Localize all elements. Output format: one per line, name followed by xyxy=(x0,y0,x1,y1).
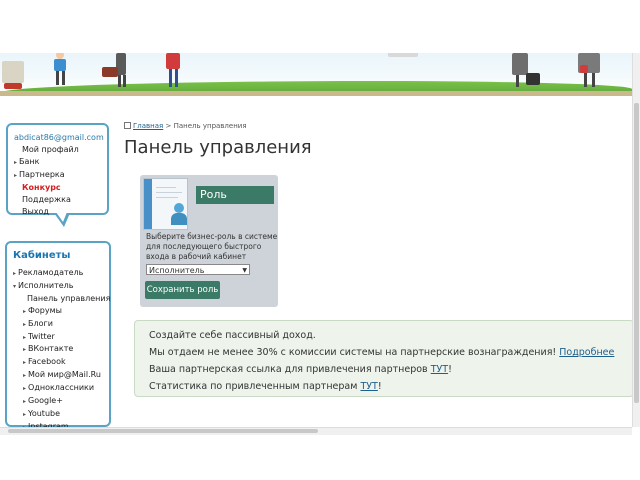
role-description: Выберите бизнес-роль в системе для после… xyxy=(146,232,278,261)
menu-item-support[interactable]: Поддержка xyxy=(14,194,101,206)
cabinet-odnoklassniki[interactable]: ▸ Одноклассники xyxy=(13,382,103,395)
cabinet-label: Исполнитель xyxy=(18,280,74,290)
cabinet-label: ВКонтакте xyxy=(28,344,74,354)
menu-item-label: Мой профайл xyxy=(22,145,79,154)
header-banner xyxy=(0,53,632,96)
info-text: Мы отдаем не менее 30% с комиссии систем… xyxy=(149,347,557,358)
role-select[interactable]: Исполнитель ▼ xyxy=(146,264,250,275)
arrow-right-icon: ▸ xyxy=(23,346,27,354)
cabinet-control-panel[interactable]: Панель управления xyxy=(13,293,110,305)
arrow-right-icon: ▸ xyxy=(23,398,27,406)
menu-item-label: Банк xyxy=(19,157,40,166)
cabinet-forums[interactable]: ▸ Форумы xyxy=(13,305,103,318)
user-email-link[interactable]: abdicat86@gmail.com xyxy=(14,133,104,142)
cabinet-facebook[interactable]: ▸ Facebook xyxy=(13,356,103,369)
arrow-right-icon: ▸ xyxy=(23,333,27,341)
role-panel: Роль Выберите бизнес-роль в системе для … xyxy=(140,175,278,307)
more-link[interactable]: Подробнее xyxy=(559,347,614,358)
info-line-4: Статистика по привлеченным партнерам ТУТ… xyxy=(149,381,382,392)
arrow-right-icon: ▸ xyxy=(23,372,27,380)
breadcrumb-separator: > xyxy=(165,122,172,130)
stats-link[interactable]: ТУТ xyxy=(360,381,377,392)
info-line-3: Ваша партнерская ссылка для привлечения … xyxy=(149,364,452,375)
cabinet-executor[interactable]: ▾ Исполнитель xyxy=(13,280,103,293)
cabinet-label: Блоги xyxy=(28,318,53,328)
cabinet-label: Youtube xyxy=(28,408,61,418)
breadcrumb-home-link[interactable]: Главная xyxy=(133,122,163,130)
info-text: Ваша партнерская ссылка для привлечения … xyxy=(149,364,428,375)
arrow-right-icon: ▸ xyxy=(23,359,27,367)
cabinets-box: Кабинеты ▸ Рекламодатель ▾ Исполнитель Пан… xyxy=(5,241,111,431)
cabinet-advertiser[interactable]: ▸ Рекламодатель xyxy=(13,267,103,280)
cabinet-label: Мой мир@Mail.Ru xyxy=(28,370,101,380)
partner-info-box: Создайте себе пассивный доход. Мы отдаем… xyxy=(134,320,634,397)
banner-ground xyxy=(0,91,632,96)
cabinet-label: Рекламодатель xyxy=(18,268,84,277)
info-text: Статистика по привлеченным партнерам xyxy=(149,381,358,392)
horizontal-scroll-thumb[interactable] xyxy=(8,429,318,433)
vertical-scroll-thumb[interactable] xyxy=(634,103,639,403)
cabinet-label: Google+ xyxy=(28,396,63,406)
arrow-right-icon: ▸ xyxy=(23,307,27,315)
chevron-down-icon: ▼ xyxy=(242,267,247,274)
menu-item-label: Партнерка xyxy=(19,170,65,179)
cabinet-label: Одноклассники xyxy=(28,383,95,393)
horizontal-scrollbar[interactable] xyxy=(0,427,632,435)
menu-item-partner[interactable]: ▸ Партнерка xyxy=(14,169,101,182)
menu-item-contest[interactable]: Конкурс xyxy=(14,182,101,194)
menu-item-label: Конкурс xyxy=(22,183,61,192)
home-tree-icon xyxy=(124,122,131,129)
user-menu-box: abdicat86@gmail.com Мой профайл ▸ Банк ▸ П… xyxy=(6,123,109,227)
cabinet-label: Панель управления xyxy=(27,293,111,303)
cabinet-vkontakte[interactable]: ▸ ВКонтакте xyxy=(13,343,103,356)
role-card-icon xyxy=(143,178,188,230)
arrow-right-icon: ▸ xyxy=(13,270,17,277)
menu-item-label: Выход xyxy=(22,207,49,216)
cabinet-label: Форумы xyxy=(28,305,62,315)
arrow-right-icon: ▸ xyxy=(23,320,27,328)
top-blank xyxy=(0,0,640,53)
cabinet-googleplus[interactable]: ▸ Google+ xyxy=(13,395,103,408)
arrow-down-icon: ▾ xyxy=(13,282,17,290)
breadcrumb: Главная > Панель управления xyxy=(124,122,247,130)
info-line-1: Создайте себе пассивный доход. xyxy=(149,330,316,341)
cabinet-twitter[interactable]: ▸ Twitter xyxy=(13,331,103,344)
menu-item-bank[interactable]: ▸ Банк xyxy=(14,156,101,169)
cabinet-mailru[interactable]: ▸ Мой мир@Mail.Ru xyxy=(13,369,103,382)
arrow-right-icon: ▸ xyxy=(14,172,18,179)
cabinet-youtube[interactable]: ▸ Youtube xyxy=(13,408,103,421)
cabinets-title: Кабинеты xyxy=(13,250,71,261)
breadcrumb-current: Панель управления xyxy=(173,122,247,130)
arrow-right-icon: ▸ xyxy=(23,385,27,393)
arrow-right-icon: ▸ xyxy=(14,159,18,166)
speech-tail-inner xyxy=(56,212,67,222)
role-select-value: Исполнитель xyxy=(149,266,205,275)
arrow-right-icon: ▸ xyxy=(23,410,27,418)
cabinet-blogs[interactable]: ▸ Блоги xyxy=(13,318,103,331)
save-role-button[interactable]: Сохранить роль xyxy=(145,281,220,299)
partner-link[interactable]: ТУТ xyxy=(431,364,448,375)
cabinet-label: Facebook xyxy=(28,357,66,367)
menu-item-label: Поддержка xyxy=(22,195,71,204)
role-title: Роль xyxy=(196,186,274,204)
menu-item-profile[interactable]: Мой профайл xyxy=(14,144,101,156)
vertical-scrollbar[interactable] xyxy=(632,53,640,427)
info-line-2: Мы отдаем не менее 30% с комиссии систем… xyxy=(149,344,619,361)
page-title: Панель управления xyxy=(124,137,312,158)
cabinet-label: Twitter xyxy=(28,331,55,341)
